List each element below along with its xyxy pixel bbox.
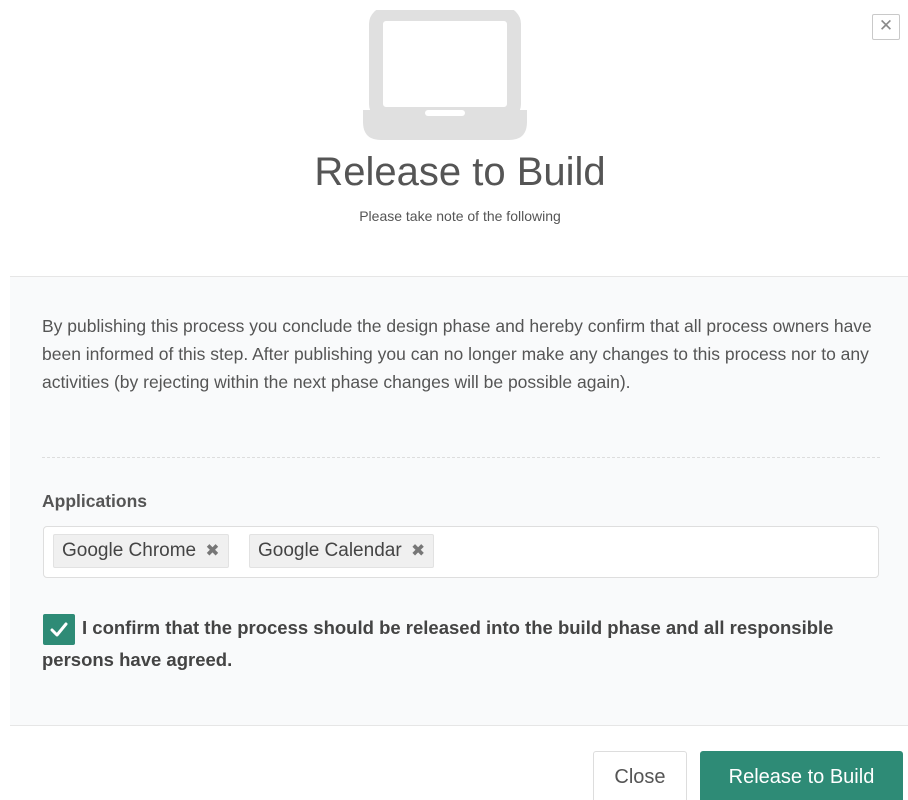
- close-button[interactable]: Close: [593, 751, 687, 800]
- remove-icon[interactable]: ✖: [411, 535, 425, 567]
- laptop-icon: [363, 10, 527, 140]
- divider: [42, 457, 880, 458]
- release-dialog: ✕ Release to Build Please take note of t…: [0, 0, 908, 800]
- dialog-title: Release to Build: [314, 150, 606, 194]
- dialog-body: By publishing this process you conclude …: [10, 276, 908, 726]
- applications-input[interactable]: Google Chrome ✖ Google Calendar ✖: [43, 526, 879, 578]
- release-to-build-button[interactable]: Release to Build: [700, 751, 903, 800]
- confirm-label[interactable]: I confirm that the process should be rel…: [42, 612, 872, 676]
- dialog-subtitle: Please take note of the following: [359, 208, 561, 224]
- applications-label: Applications: [42, 491, 148, 511]
- application-chip: Google Chrome ✖: [53, 534, 229, 568]
- application-chip-label: Google Calendar: [258, 540, 402, 561]
- remove-icon[interactable]: ✖: [205, 535, 219, 567]
- description-text: By publishing this process you conclude …: [42, 316, 872, 392]
- close-icon[interactable]: ✕: [872, 14, 900, 40]
- application-chip-label: Google Chrome: [62, 540, 197, 561]
- application-chip: Google Calendar ✖: [249, 534, 435, 568]
